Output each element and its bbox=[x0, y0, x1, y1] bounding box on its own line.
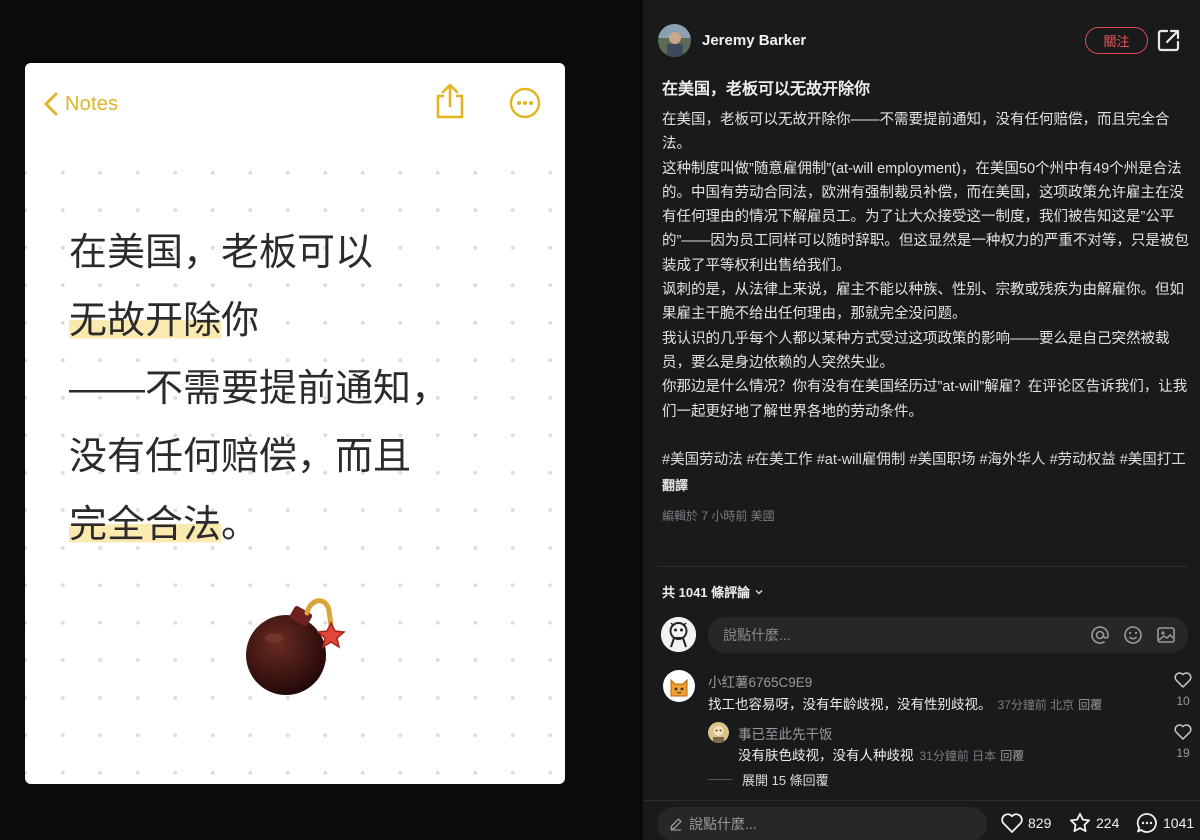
post-paragraph-1: 在美国，老板可以无故开除你——不需要提前通知，没有任何赔偿，而且完全合法。 bbox=[662, 112, 1170, 153]
commenter-avatar[interactable] bbox=[663, 670, 695, 702]
note-text: 在美国，老板可以 无故开除你 ——不需要提前通知， 没有任何赔偿，而且 完全合法。 bbox=[69, 219, 549, 559]
my-avatar bbox=[661, 617, 696, 652]
image-icon[interactable] bbox=[1156, 625, 1176, 645]
hashtag[interactable]: #at-will雇佣制 bbox=[817, 452, 906, 468]
bottom-input-placeholder: 說點什麼... bbox=[689, 816, 757, 832]
hashtag[interactable]: #劳动权益 bbox=[1050, 452, 1116, 468]
note-line: ——不需要提前通知， bbox=[69, 355, 549, 423]
comment-text: 没有肤色歧视，没有人种歧视 31分鐘前 日本 回覆 bbox=[738, 744, 1024, 764]
reply-button[interactable]: 回覆 bbox=[1078, 698, 1102, 712]
like-count: 829 bbox=[1028, 815, 1052, 831]
post-paragraph-2: 这种制度叫做”随意雇佣制”(at-will employment)，在美国50个… bbox=[662, 160, 1189, 274]
comment-like-count: 10 bbox=[1176, 694, 1190, 708]
author-avatar[interactable] bbox=[658, 23, 691, 57]
expand-replies-label: 展開 15 條回覆 bbox=[742, 773, 829, 788]
comment-meta: 37分鐘前 北京 bbox=[997, 698, 1075, 712]
collect-button[interactable]: 224 bbox=[1068, 811, 1119, 835]
heart-icon bbox=[1001, 813, 1023, 833]
chevron-down-icon bbox=[755, 589, 763, 594]
bottom-action-bar: 說點什麼... 829 224 1041 bbox=[643, 800, 1200, 840]
comment-like-count: 19 bbox=[1176, 746, 1190, 760]
divider bbox=[658, 566, 1188, 567]
hashtag[interactable]: #美国职场 bbox=[909, 452, 975, 468]
translate-button[interactable]: 翻譯 bbox=[662, 475, 688, 494]
bottom-comment-input[interactable]: 說點什麼... bbox=[657, 807, 987, 840]
comment-item: 小红薯6765C9E9 找工也容易呀，没有年龄歧视，没有性别歧视。 37分鐘前 北… bbox=[643, 668, 1200, 718]
share-icon[interactable] bbox=[433, 82, 467, 120]
notes-back-label: Notes bbox=[65, 92, 119, 115]
highlighted-text: 无故开除 bbox=[69, 300, 222, 342]
comment-bubble-icon bbox=[1136, 813, 1157, 833]
note-text-segment: 在美国，老板可以 bbox=[69, 232, 374, 274]
collect-count: 224 bbox=[1096, 815, 1120, 831]
post-paragraph-5: 你那边是什么情况？你有没有在美国经历过”at-will”解雇？在评论区告诉我们，… bbox=[662, 379, 1188, 420]
comment-meta: 31分鐘前 日本 bbox=[919, 749, 997, 763]
bomb-icon bbox=[246, 598, 346, 695]
post-title: 在美国，老板可以无故开除你 bbox=[662, 81, 871, 98]
emoji-icon[interactable] bbox=[1123, 625, 1143, 645]
star-icon bbox=[1070, 812, 1090, 832]
media-pane: Notes 在美国，老板可以 无故开除你 ——不需要提前通知， 没有任何赔偿，而且 完全… bbox=[0, 0, 643, 840]
note-line: 完全合法。 bbox=[69, 491, 549, 559]
note-image: Notes 在美国，老板可以 无故开除你 ——不需要提前通知， 没有任何赔偿，而且 完全… bbox=[25, 63, 565, 784]
author-name[interactable]: Jeremy Barker bbox=[702, 32, 806, 49]
commenter-avatar[interactable] bbox=[708, 722, 729, 743]
hashtag-list: #美国劳动法 #在美工作 #at-will雇佣制 #美国职场 #海外华人 #劳动… bbox=[662, 448, 1192, 473]
comment-body: 找工也容易呀，没有年龄歧视，没有性别歧视。 bbox=[708, 697, 992, 712]
like-button[interactable]: 829 bbox=[1000, 811, 1051, 835]
follow-button[interactable]: 關注 bbox=[1085, 27, 1148, 54]
comment-count-dropdown[interactable]: 共 1041 條評論 bbox=[662, 582, 764, 601]
note-text-segment: 没有任何赔偿，而且 bbox=[69, 436, 412, 478]
comment-like-button[interactable]: 19 bbox=[1171, 724, 1195, 760]
post-paragraph-3: 讽刺的是，从法律上来说，雇主不能以种族、性别、宗教或残疾为由解雇你。但如果雇主干… bbox=[662, 282, 1184, 323]
hashtag[interactable]: #在美工作 bbox=[747, 452, 813, 468]
note-line: 在美国，老板可以 bbox=[69, 219, 549, 287]
post-paragraph-4: 我认识的几乎每个人都以某种方式受过这项政策的影响——要么是自己突然被裁员，要么是… bbox=[662, 330, 1170, 371]
note-text-segment: 。 bbox=[221, 504, 260, 546]
post-content: 在美国，老板可以无故开除你 在美国，老板可以无故开除你——不需要提前通知，没有任… bbox=[662, 78, 1192, 524]
more-options-icon[interactable] bbox=[509, 87, 541, 119]
comment-body: 没有肤色歧视，没有人种歧视 bbox=[738, 748, 914, 763]
expand-line bbox=[708, 779, 732, 780]
note-text-segment: ——不需要提前通知， bbox=[69, 368, 450, 410]
pencil-icon bbox=[670, 818, 682, 831]
chevron-left-icon bbox=[44, 92, 58, 116]
highlighted-text: 完全合法 bbox=[69, 504, 222, 546]
comment-reply-item: 事已至此先干饭 没有肤色歧视，没有人种歧视 31分鐘前 日本 回覆 19 bbox=[643, 720, 1200, 764]
comment-input[interactable]: 說點什麼... bbox=[708, 617, 1188, 653]
hashtag[interactable]: #海外华人 bbox=[979, 452, 1045, 468]
hashtag[interactable]: #美国劳动法 bbox=[662, 452, 743, 468]
note-line: 没有任何赔偿，而且 bbox=[69, 423, 549, 491]
post-pane: Jeremy Barker 關注 在美国，老板可以无故开除你 在美国，老板可以无… bbox=[643, 0, 1200, 840]
comment-button[interactable]: 1041 bbox=[1135, 811, 1194, 835]
mention-icon[interactable] bbox=[1090, 625, 1110, 645]
hashtag[interactable]: #美国打工 bbox=[1120, 452, 1186, 468]
post-meta: 編輯於 7 小時前 美國 bbox=[662, 509, 775, 524]
heart-icon bbox=[1174, 672, 1192, 688]
expand-replies-button[interactable]: 展開 15 條回覆 bbox=[708, 770, 829, 789]
comment-input-placeholder: 說點什麼... bbox=[723, 627, 791, 643]
commenter-name[interactable]: 小红薯6765C9E9 bbox=[708, 671, 812, 691]
note-text-segment: 你 bbox=[221, 300, 260, 342]
comment-text: 找工也容易呀，没有年龄歧视，没有性别歧视。 37分鐘前 北京 回覆 bbox=[708, 693, 1102, 713]
notes-back-button[interactable]: Notes bbox=[43, 87, 118, 121]
note-line: 无故开除你 bbox=[69, 287, 549, 355]
notes-toolbar: Notes bbox=[25, 63, 565, 147]
reply-button[interactable]: 回覆 bbox=[1000, 749, 1024, 763]
share-external-icon[interactable] bbox=[1156, 27, 1182, 53]
commenter-name[interactable]: 事已至此先干饭 bbox=[738, 723, 833, 743]
comment-like-button[interactable]: 10 bbox=[1171, 672, 1195, 708]
heart-icon bbox=[1174, 724, 1192, 740]
author-row[interactable]: Jeremy Barker bbox=[658, 22, 806, 58]
comment-total-count: 1041 bbox=[1163, 815, 1195, 831]
comment-count-label: 共 1041 條評論 bbox=[662, 585, 751, 600]
